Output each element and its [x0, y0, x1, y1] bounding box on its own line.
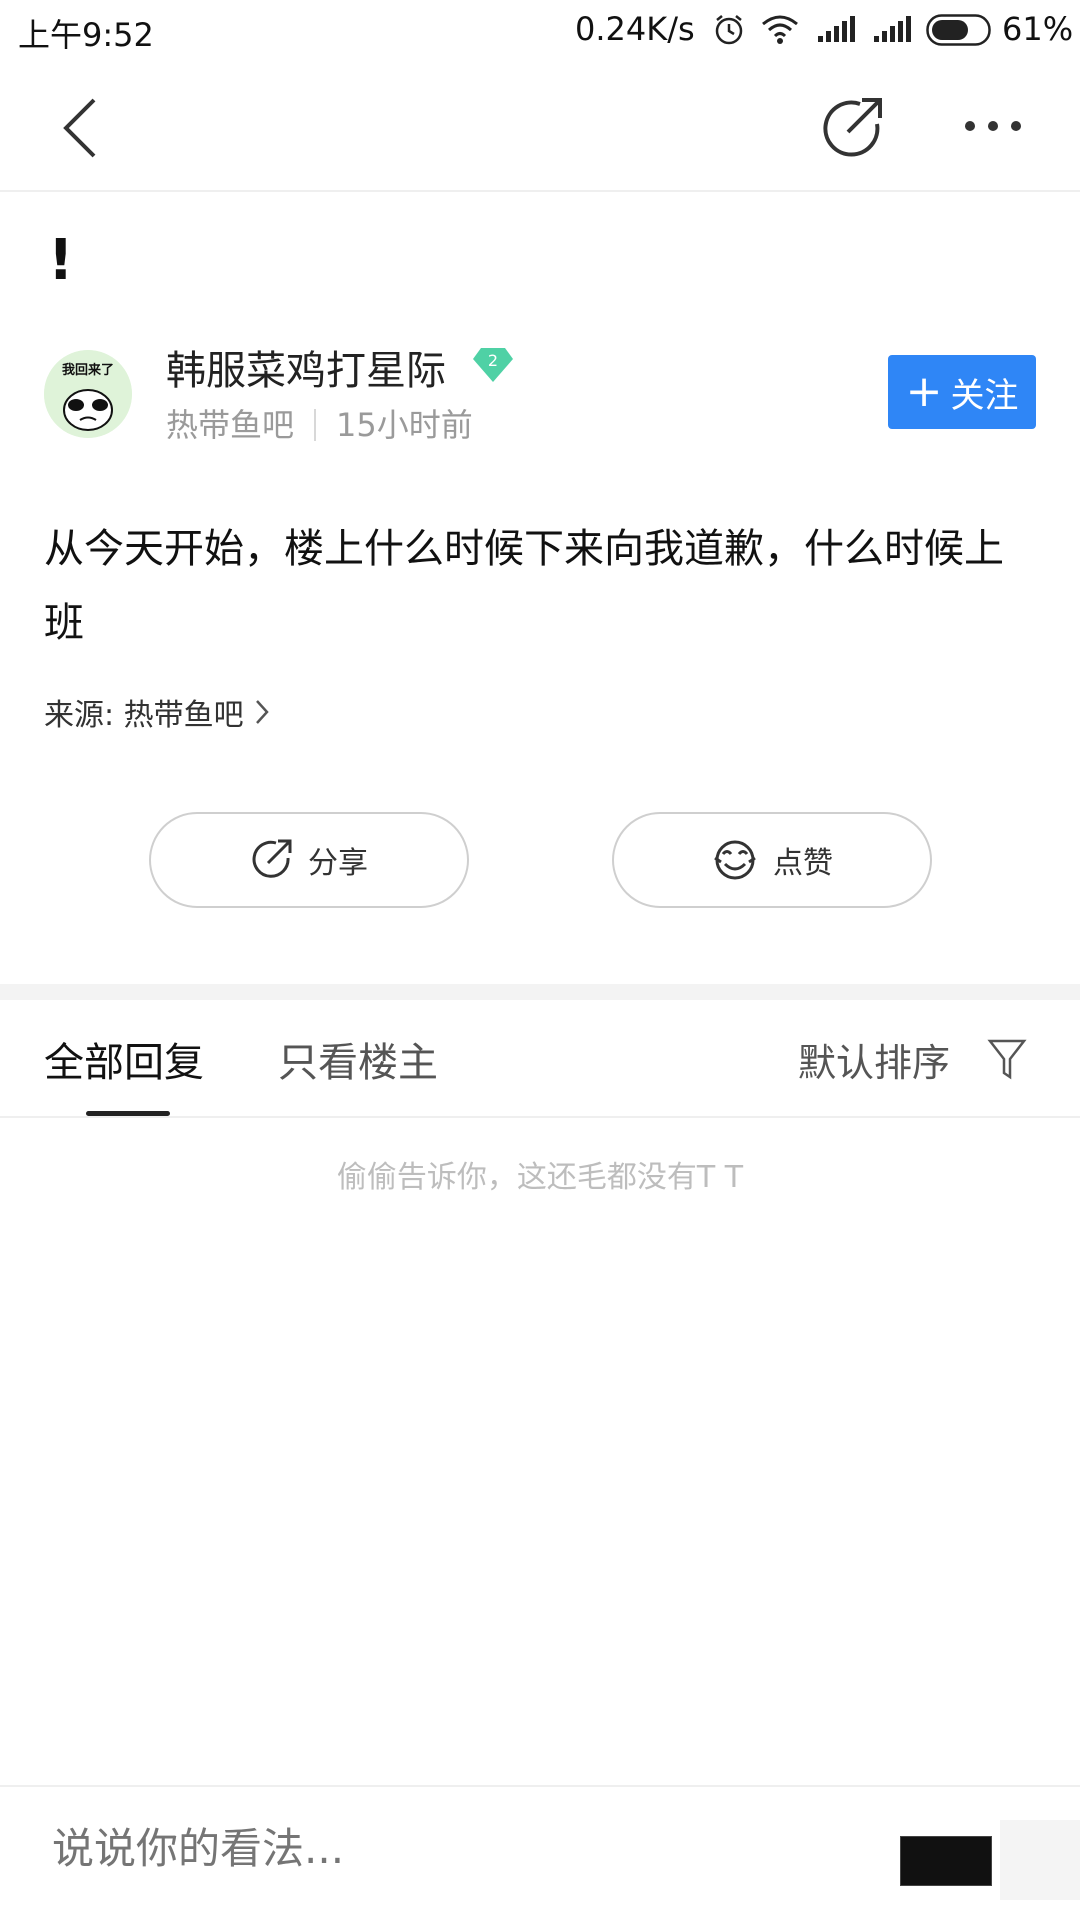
- meta-divider: [314, 409, 317, 441]
- active-tab-indicator: [86, 1111, 170, 1116]
- author-name[interactable]: 韩服菜鸡打星际: [166, 338, 446, 396]
- alarm-icon: [715, 15, 743, 45]
- post-title: !: [48, 228, 74, 293]
- tab-all-replies[interactable]: 全部回复: [44, 1030, 204, 1088]
- post-time: 15小时前: [336, 406, 473, 444]
- network-speed: 0.24K/s: [575, 10, 695, 48]
- status-time: 上午9:52: [18, 16, 154, 54]
- sticker-thumbnail[interactable]: [1000, 1820, 1080, 1900]
- forum-name[interactable]: 热带鱼吧: [166, 406, 294, 444]
- battery-icon: [926, 14, 991, 46]
- share-icon: [252, 839, 292, 878]
- source-label: 来源: 热带鱼吧: [44, 698, 244, 733]
- back-icon[interactable]: [58, 96, 100, 160]
- post-meta: 热带鱼吧 15小时前: [166, 400, 473, 446]
- post-body: 从今天开始，楼上什么时候下来向我道歉，什么时候上班: [44, 526, 1004, 646]
- wifi-icon: [762, 15, 798, 44]
- follow-label: 关注: [950, 375, 1019, 416]
- status-bar: [0, 0, 1080, 60]
- filter-icon[interactable]: [987, 1037, 1027, 1081]
- section-divider: [0, 984, 1080, 1000]
- avatar-image: 我回来了: [44, 350, 132, 438]
- avatar[interactable]: 我回来了: [44, 350, 132, 438]
- like-button[interactable]: 点赞: [612, 812, 932, 908]
- like-label: 点赞: [773, 846, 833, 881]
- signal-icon: [874, 16, 911, 42]
- empty-replies-note: 偷偷告诉你，这还毛都没有T T: [336, 1160, 744, 1195]
- watermark-image: [900, 1836, 992, 1886]
- signal-icon: [818, 16, 855, 42]
- top-nav: [0, 60, 1080, 192]
- chevron-right-icon: [255, 700, 269, 724]
- svg-text:我回来了: 我回来了: [62, 362, 114, 378]
- share-label: 分享: [308, 846, 368, 881]
- battery-percent: 61%: [1002, 10, 1074, 48]
- share-button[interactable]: 分享: [149, 812, 469, 908]
- follow-button[interactable]: + 关注: [888, 355, 1036, 429]
- share-icon[interactable]: [822, 96, 888, 160]
- like-face-icon: [714, 840, 756, 880]
- source-link[interactable]: 来源: 热带鱼吧: [44, 690, 270, 734]
- plus-icon: +: [905, 366, 943, 417]
- tab-op-only[interactable]: 只看楼主: [278, 1030, 438, 1088]
- sort-button[interactable]: 默认排序: [798, 1032, 950, 1087]
- level-badge-icon: 2: [473, 348, 513, 382]
- comment-input[interactable]: [52, 1824, 832, 1873]
- svg-text:2: 2: [488, 351, 498, 370]
- more-icon[interactable]: [962, 116, 1024, 136]
